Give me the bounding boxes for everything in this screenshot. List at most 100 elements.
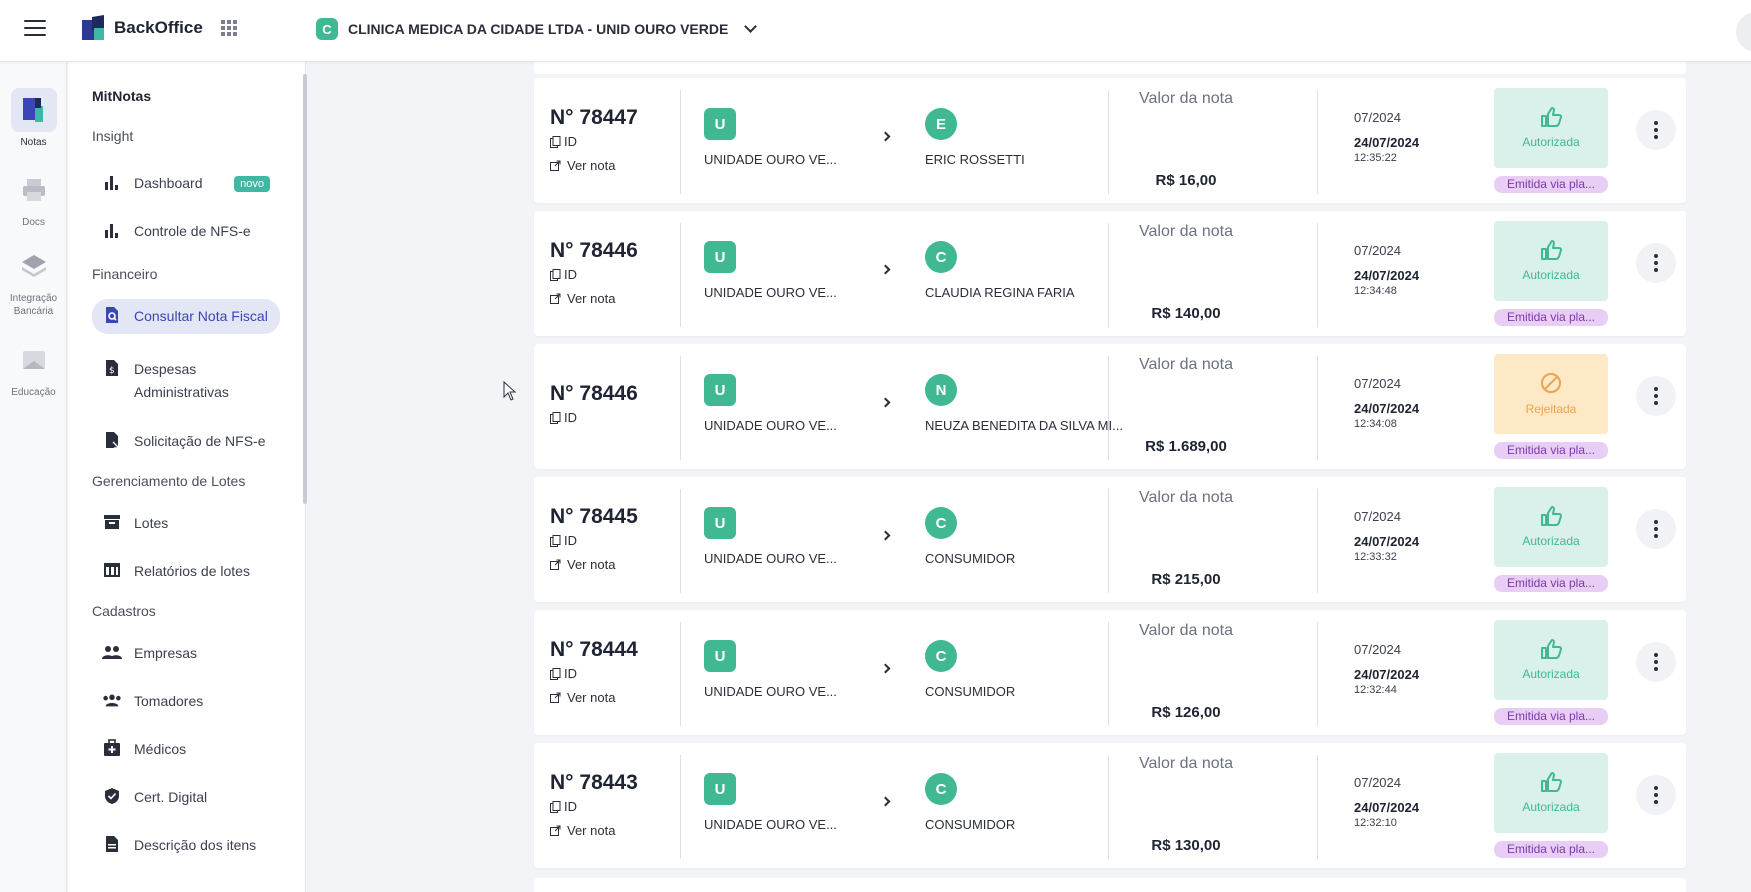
menu-icon[interactable] [24, 20, 46, 38]
copy-id-button[interactable]: ID [550, 134, 577, 149]
kebab-dot [1654, 793, 1658, 797]
divider-hidden [1317, 356, 1318, 460]
mouse-cursor-icon [503, 381, 517, 401]
rail-item-educacao[interactable]: Educação [0, 338, 67, 399]
rail-item-docs[interactable]: Docs [0, 168, 67, 229]
copy-id-button[interactable]: ID [550, 666, 577, 681]
more-options-button[interactable] [1636, 376, 1676, 416]
kebab-dot [1654, 128, 1658, 132]
section-lotes: Gerenciamento de Lotes [92, 473, 246, 489]
copy-icon [550, 411, 561, 424]
external-link-icon [550, 160, 561, 171]
chevron-right-icon [880, 397, 891, 408]
sidebar-item-cert[interactable]: Cert. Digital [92, 780, 280, 815]
id-label: ID [564, 267, 577, 282]
rail-label-notas: Notas [20, 137, 47, 148]
status-badge: Autorizada [1494, 753, 1608, 833]
sidebar-label-controle: Controle de NFS-e [134, 223, 251, 239]
more-options-button[interactable] [1636, 775, 1676, 815]
sidebar-item-dashboard[interactable]: Dashboard novo [92, 166, 280, 201]
sidebar-item-despesas[interactable]: $ Despesas Administrativas [92, 352, 280, 410]
company-selector[interactable]: C CLINICA MEDICA DA CIDADE LTDA - UNID O… [316, 18, 758, 40]
view-note-link[interactable]: Ver nota [550, 158, 615, 173]
kebab-dot [1654, 401, 1658, 405]
more-options-button[interactable] [1636, 642, 1676, 682]
issuer-name: UNIDADE OURO VE... [704, 817, 837, 832]
printer-icon [11, 168, 57, 212]
sidebar-item-consultar[interactable]: Consultar Nota Fiscal [92, 299, 280, 334]
kebab-dot [1654, 800, 1658, 804]
amount-label: Valor da nota [1139, 356, 1233, 373]
section-financeiro: Financeiro [92, 266, 158, 282]
sidebar-item-descricao[interactable]: Descrição dos itens [92, 828, 280, 863]
recipient-name: CONSUMIDOR [925, 817, 1016, 832]
id-label: ID [564, 410, 577, 425]
bar-chart-icon [102, 220, 122, 240]
rail-item-integracao[interactable]: Integração Bancária [0, 244, 67, 318]
emission-tag: Emitida via pla... [1494, 442, 1608, 459]
divider [680, 489, 681, 593]
kebab-dot [1654, 660, 1658, 664]
more-options-button[interactable] [1636, 110, 1676, 150]
copy-id-button[interactable]: ID [550, 533, 577, 548]
competence-month: 07/2024 [1354, 509, 1401, 524]
chevron-right-icon [880, 663, 891, 674]
view-note-link[interactable]: Ver nota [550, 291, 615, 306]
medical-bag-icon [102, 738, 122, 758]
divider [1108, 622, 1109, 726]
issuer-avatar: U [704, 507, 736, 539]
note-card: N° 78444 ID Ver nota U UNIDADE OURO VE..… [534, 610, 1686, 735]
sidebar-label-cert: Cert. Digital [134, 789, 208, 805]
sidebar-item-empresas[interactable]: Empresas [92, 636, 280, 671]
divider-hidden [1317, 90, 1318, 194]
side-menu: MitNotas Insight Dashboard novo Controle… [68, 62, 306, 892]
copy-id-button[interactable]: ID [550, 799, 577, 814]
copy-id-button[interactable]: ID [550, 410, 577, 425]
sidebar-item-solicitacao[interactable]: Solicitação de NFS-e [92, 424, 280, 459]
user-avatar[interactable] [1736, 12, 1751, 52]
status-badge: Autorizada [1494, 221, 1608, 301]
recipient-name: CLAUDIA REGINA FARIA [925, 285, 1075, 300]
thumbs-up-icon [1541, 772, 1562, 792]
kebab-dot [1654, 394, 1658, 398]
sidebar-item-lotes[interactable]: Lotes [92, 506, 280, 541]
chevron-down-icon [744, 20, 758, 33]
view-note-link[interactable]: Ver nota [550, 557, 615, 572]
competence-month: 07/2024 [1354, 243, 1401, 258]
menu-scrollbar[interactable] [303, 74, 307, 504]
search-document-icon [102, 305, 122, 325]
rail-item-notas[interactable]: Notas [0, 88, 67, 149]
apps-grid-icon[interactable] [220, 20, 237, 36]
recipient-avatar: C [925, 773, 957, 805]
company-avatar: C [316, 18, 338, 40]
divider [680, 90, 681, 194]
issue-date: 24/07/2024 [1354, 401, 1420, 416]
view-note-link[interactable]: Ver nota [550, 690, 615, 705]
brand[interactable]: BackOffice [82, 14, 237, 40]
module-rail: Notas Docs Integração Bancária Educação [0, 62, 67, 892]
kebab-dot [1654, 520, 1658, 524]
issue-date: 24/07/2024 [1354, 667, 1420, 682]
copy-icon [550, 268, 561, 281]
note-number: N° 78444 [550, 638, 638, 661]
brand-name: BackOffice [114, 18, 203, 37]
view-note-label: Ver nota [567, 291, 616, 306]
emission-tag: Emitida via pla... [1494, 309, 1608, 326]
sidebar-label-empresas: Empresas [134, 645, 198, 661]
id-label: ID [564, 799, 577, 814]
recipient-name: ERIC ROSSETTI [925, 152, 1025, 167]
more-options-button[interactable] [1636, 509, 1676, 549]
kebab-dot [1654, 653, 1658, 657]
more-options-button[interactable] [1636, 243, 1676, 283]
sidebar-item-controle[interactable]: Controle de NFS-e [92, 214, 280, 249]
note-number: N° 78446 [550, 239, 638, 262]
recipient-avatar: C [925, 241, 957, 273]
rail-label-docs: Docs [22, 217, 45, 228]
amount-label: Valor da nota [1139, 90, 1233, 107]
copy-id-button[interactable]: ID [550, 267, 577, 282]
sidebar-item-tomadores[interactable]: Tomadores [92, 684, 280, 719]
sidebar-item-medicos[interactable]: Médicos [92, 732, 280, 767]
kebab-dot [1654, 261, 1658, 265]
sidebar-item-relatorios[interactable]: Relatórios de lotes [92, 554, 280, 589]
view-note-link[interactable]: Ver nota [550, 823, 615, 838]
